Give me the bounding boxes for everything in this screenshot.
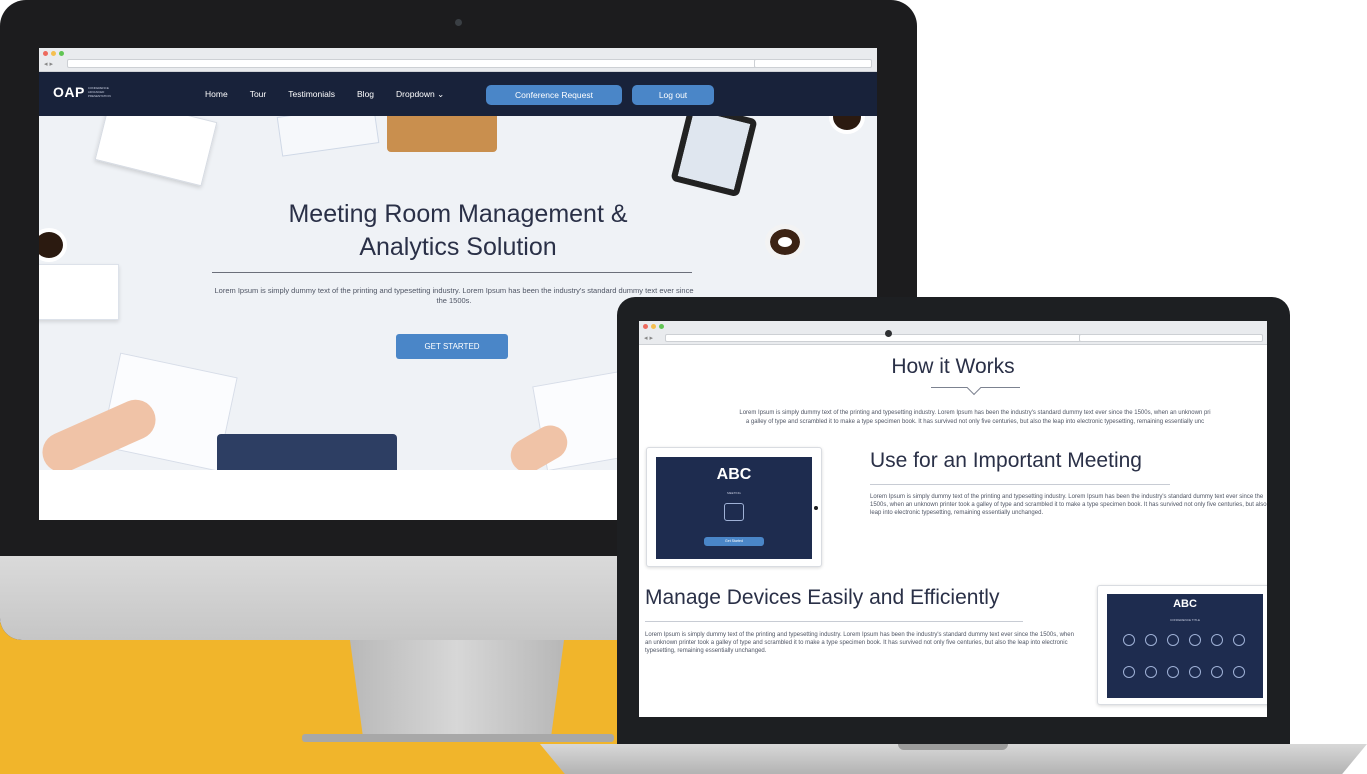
maximize-dot-icon[interactable] xyxy=(59,51,64,56)
nav-links: Home Tour Testimonials Blog Dropdown ⌄ xyxy=(205,72,444,116)
close-dot-icon[interactable] xyxy=(43,51,48,56)
logo-mark: OAP xyxy=(53,84,85,100)
nav-dropdown[interactable]: Dropdown ⌄ xyxy=(396,89,444,100)
feature-1-description: Lorem Ipsum is simply dummy text of the … xyxy=(870,494,1267,516)
device-icon[interactable] xyxy=(1123,634,1135,646)
camera-icon xyxy=(885,330,892,337)
nav-link-blog[interactable]: Blog xyxy=(357,89,374,99)
chevron-down-icon xyxy=(966,380,982,396)
folder-image xyxy=(387,116,497,152)
browser-toolbar: ◂ ▸ xyxy=(639,321,1267,345)
hand-image xyxy=(39,393,162,470)
site-logo[interactable]: OAP CONFERENCE ADVANCED PRESENTATION xyxy=(53,84,120,100)
notebook-image xyxy=(39,264,119,320)
imac-stand xyxy=(350,640,564,736)
conference-request-button[interactable]: Conference Request xyxy=(486,85,622,105)
device-icon[interactable] xyxy=(1211,666,1223,678)
meeting-preview-screen: ABC MEETING Get Started xyxy=(656,457,812,559)
camera-icon xyxy=(455,19,462,26)
feature-2-title: Manage Devices Easily and Efficiently xyxy=(645,586,1000,609)
meeting-preview-card[interactable]: ABC MEETING Get Started xyxy=(646,447,822,567)
card-subtitle: CONFERENCE TITLE xyxy=(1170,618,1200,622)
get-started-button[interactable]: GET STARTED xyxy=(396,334,508,359)
feature-1-title: Use for an Important Meeting xyxy=(870,449,1142,472)
card-title: ABC xyxy=(716,466,752,483)
card-subtitle: MEETING xyxy=(727,491,741,495)
people-icon xyxy=(724,503,744,521)
laptop-notch xyxy=(898,744,1008,750)
devices-preview-screen: ABC CONFERENCE TITLE xyxy=(1107,594,1263,698)
how-it-works-title: How it Works xyxy=(891,355,1015,378)
device-icon[interactable] xyxy=(1167,666,1179,678)
devices-preview-card[interactable]: ABC CONFERENCE TITLE xyxy=(1097,585,1267,705)
laptop-browser-window: ◂ ▸ How it Works Lorem Ipsum is simply d… xyxy=(639,321,1267,717)
coffee-cup-image xyxy=(829,116,865,134)
window-controls xyxy=(643,324,664,329)
browser-search-input[interactable] xyxy=(754,59,872,68)
nav-link-tour[interactable]: Tour xyxy=(250,89,267,99)
maximize-dot-icon[interactable] xyxy=(659,324,664,329)
hero-title: Meeting Room Management & Analytics Solu… xyxy=(39,198,877,264)
card-start-button[interactable]: Get Started xyxy=(704,537,764,546)
feature-1-divider xyxy=(870,484,1170,485)
device-icon[interactable] xyxy=(1189,666,1201,678)
address-bar[interactable] xyxy=(67,59,759,68)
device-icon[interactable] xyxy=(1233,666,1245,678)
device-icon[interactable] xyxy=(1145,634,1157,646)
device-icon[interactable] xyxy=(1189,634,1201,646)
device-icon[interactable] xyxy=(1123,666,1135,678)
minimize-dot-icon[interactable] xyxy=(651,324,656,329)
device-icon[interactable] xyxy=(1211,634,1223,646)
device-icon[interactable] xyxy=(1167,634,1179,646)
brochure-image xyxy=(276,116,380,157)
close-dot-icon[interactable] xyxy=(643,324,648,329)
site-navbar: OAP CONFERENCE ADVANCED PRESENTATION Hom… xyxy=(39,72,877,116)
minimize-dot-icon[interactable] xyxy=(51,51,56,56)
how-it-works-description: Lorem Ipsum is simply dummy text of the … xyxy=(645,409,1267,427)
nav-link-testimonials[interactable]: Testimonials xyxy=(288,89,335,99)
carousel-dot-icon xyxy=(814,506,818,510)
window-controls xyxy=(43,51,64,56)
imac-foot xyxy=(302,734,614,742)
feature-2-description: Lorem Ipsum is simply dummy text of the … xyxy=(645,632,1074,654)
logo-subtitle: CONFERENCE ADVANCED PRESENTATION xyxy=(87,86,111,98)
logout-button[interactable]: Log out xyxy=(632,85,714,105)
back-forward-icon[interactable]: ◂ ▸ xyxy=(44,60,53,68)
back-forward-icon[interactable]: ◂ ▸ xyxy=(644,334,653,342)
hero-title-line-1: Meeting Room Management & xyxy=(288,200,628,228)
browser-toolbar: ◂ ▸ xyxy=(39,48,877,72)
card-title: ABC xyxy=(1173,598,1197,610)
laptop-prop-image xyxy=(217,434,397,470)
hero-divider xyxy=(212,272,692,273)
feature-2-divider xyxy=(645,621,1023,622)
device-icon[interactable] xyxy=(1233,634,1245,646)
address-bar[interactable] xyxy=(665,334,1091,342)
paper-stack-image xyxy=(94,116,218,187)
apple-logo-icon xyxy=(433,574,477,622)
hero-title-line-2: Analytics Solution xyxy=(359,233,557,261)
marketing-mockup: ◂ ▸ OAP CONFERENCE ADVANCED PRESENTATION… xyxy=(0,0,1367,774)
tablet-image xyxy=(670,116,758,198)
description-line-1: Lorem Ipsum is simply dummy text of the … xyxy=(739,410,1211,416)
nav-link-home[interactable]: Home xyxy=(205,89,228,99)
description-line-2: a galley of type and scrambled it to mak… xyxy=(745,419,1205,425)
device-icon[interactable] xyxy=(1145,666,1157,678)
browser-search-input[interactable] xyxy=(1079,334,1263,342)
